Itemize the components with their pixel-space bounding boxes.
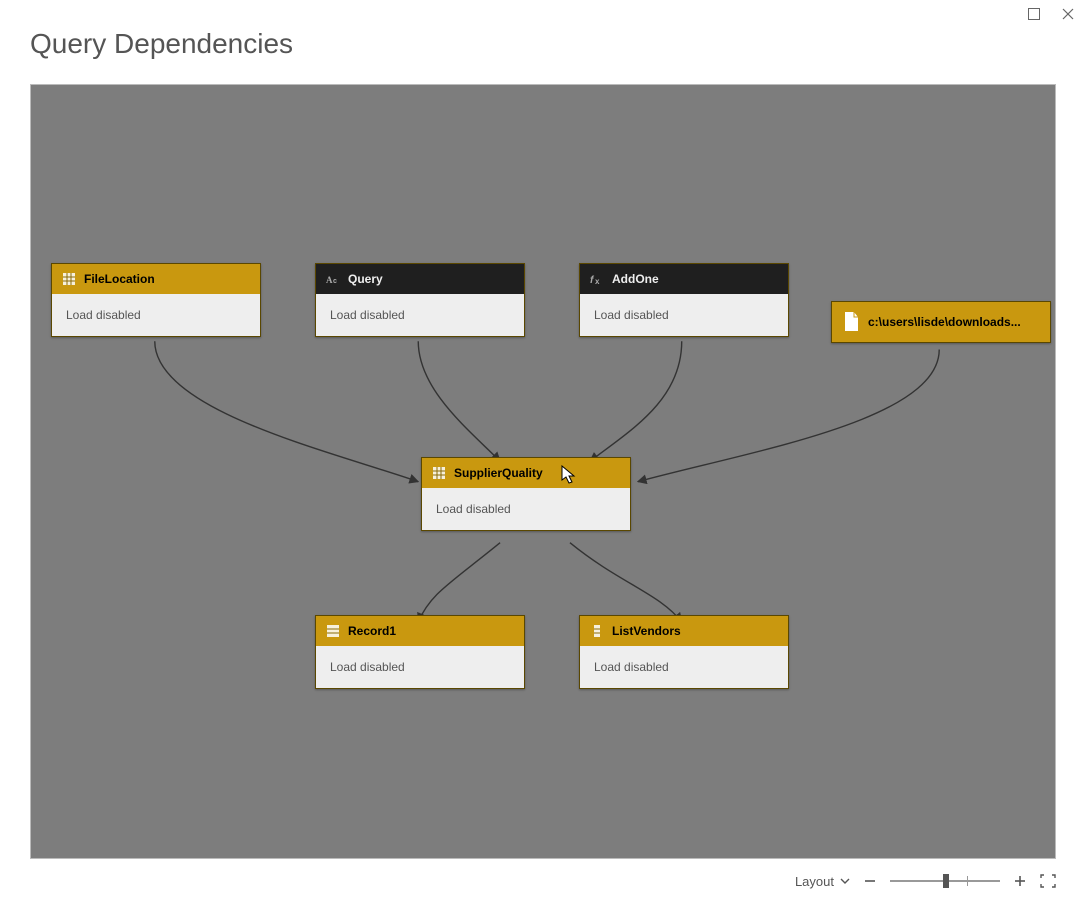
fit-to-screen-button[interactable] (1040, 874, 1056, 888)
table-icon (432, 466, 446, 480)
page-title: Query Dependencies (30, 28, 293, 60)
node-label: FileLocation (84, 272, 155, 286)
node-label: Record1 (348, 624, 396, 638)
node-status: Load disabled (580, 294, 788, 336)
fx-icon: fx (590, 272, 604, 286)
footer-controls: Layout (30, 867, 1056, 895)
window-controls (1026, 6, 1076, 22)
slider-thumb[interactable] (943, 874, 949, 888)
node-file-path[interactable]: c:\users\lisde\downloads... (831, 301, 1051, 343)
svg-text:A: A (326, 275, 333, 285)
svg-text:x: x (595, 277, 600, 285)
close-icon[interactable] (1060, 6, 1076, 22)
node-list-vendors[interactable]: ListVendors Load disabled (579, 615, 789, 689)
layout-label: Layout (795, 874, 834, 889)
node-label: c:\users\lisde\downloads... (868, 315, 1021, 329)
zoom-out-button[interactable] (864, 875, 876, 887)
zoom-slider[interactable] (890, 874, 1000, 888)
node-label: AddOne (612, 272, 659, 286)
node-status: Load disabled (52, 294, 260, 336)
table-icon (62, 272, 76, 286)
node-label: SupplierQuality (454, 466, 543, 480)
node-file-location[interactable]: FileLocation Load disabled (51, 263, 261, 337)
node-supplier-quality[interactable]: SupplierQuality Load disabled (421, 457, 631, 531)
node-status: Load disabled (316, 294, 524, 336)
node-label: Query (348, 272, 383, 286)
node-add-one[interactable]: fx AddOne Load disabled (579, 263, 789, 337)
node-status: Load disabled (316, 646, 524, 688)
slider-tick (967, 876, 968, 886)
node-label: ListVendors (612, 624, 681, 638)
chevron-down-icon (840, 874, 850, 889)
layout-button[interactable]: Layout (795, 874, 850, 889)
node-record1[interactable]: Record1 Load disabled (315, 615, 525, 689)
file-icon (842, 312, 860, 332)
abc-icon: Ac (326, 272, 340, 286)
maximize-icon[interactable] (1026, 6, 1042, 22)
node-status: Load disabled (422, 488, 630, 530)
dependency-canvas[interactable]: FileLocation Load disabled Ac Query Load… (30, 84, 1056, 859)
node-query[interactable]: Ac Query Load disabled (315, 263, 525, 337)
svg-text:c: c (333, 278, 337, 285)
list-icon (590, 624, 604, 638)
record-icon (326, 624, 340, 638)
node-status: Load disabled (580, 646, 788, 688)
zoom-in-button[interactable] (1014, 875, 1026, 887)
